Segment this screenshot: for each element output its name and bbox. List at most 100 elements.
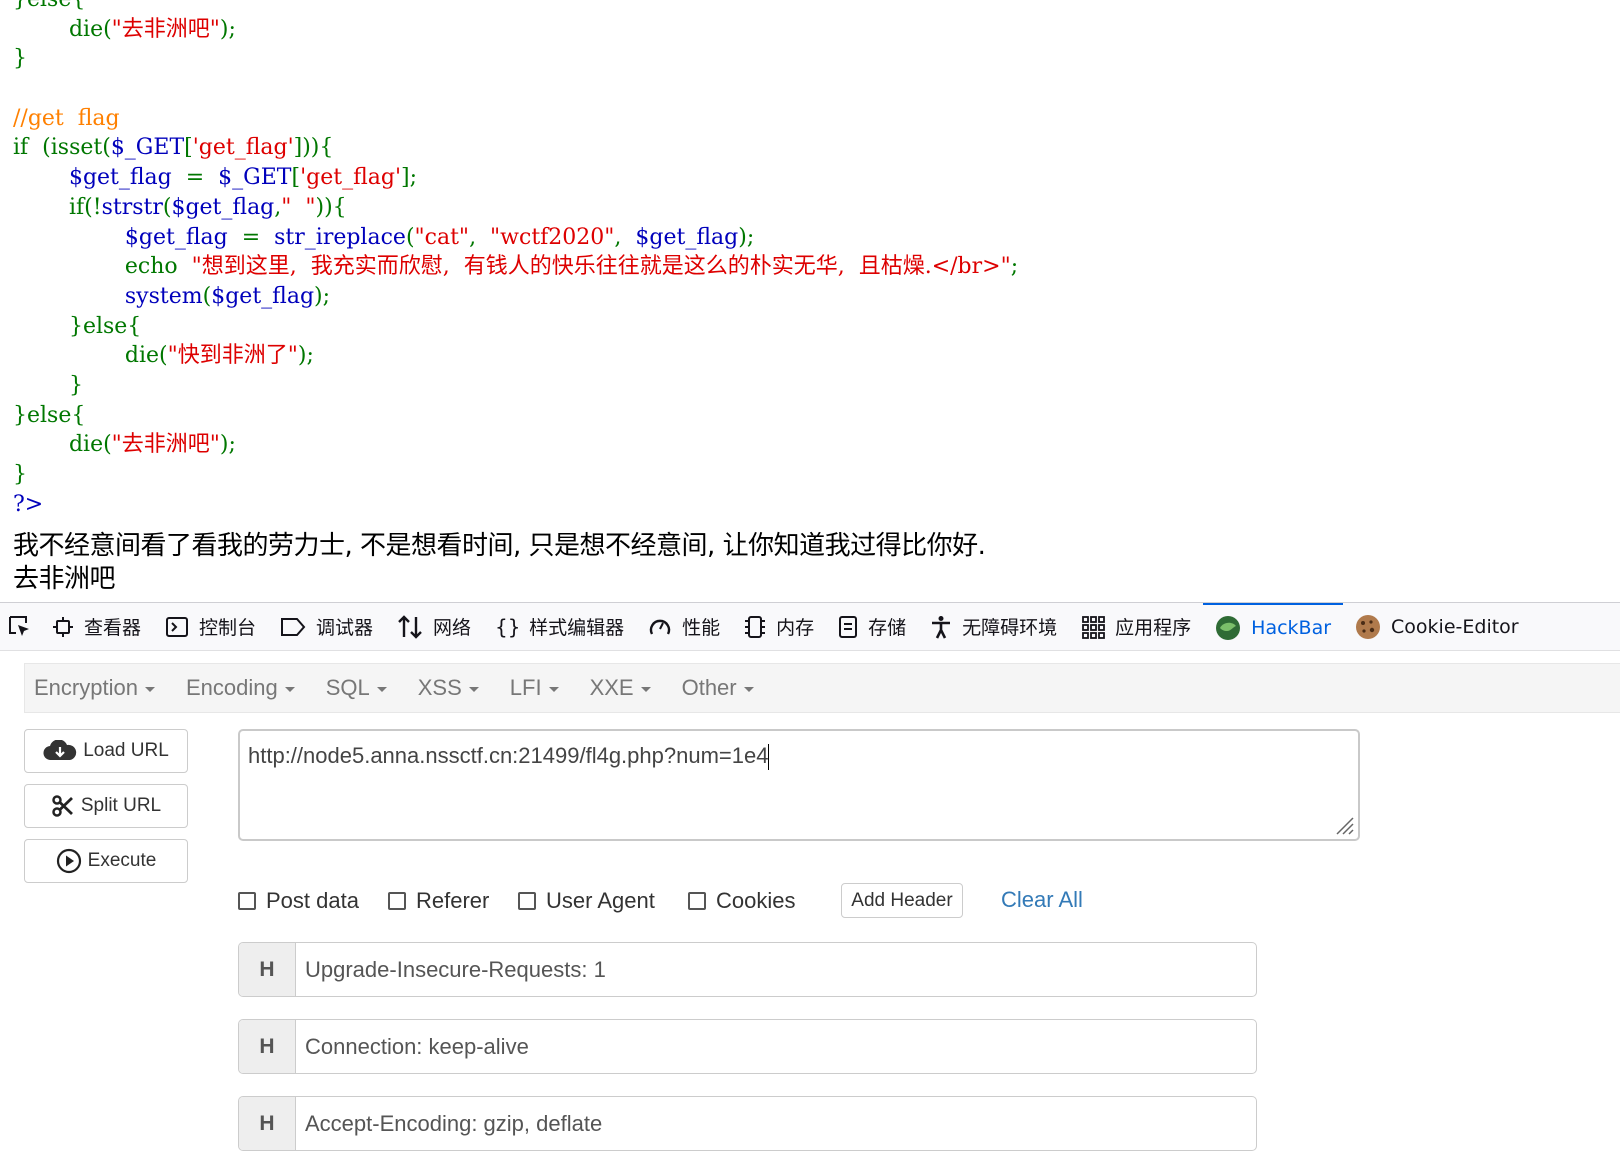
menu-xss[interactable]: XSS: [418, 675, 479, 701]
tab-label: 控制台: [199, 617, 257, 639]
code-token: "去非洲吧": [111, 432, 220, 458]
console-icon: [165, 616, 189, 638]
header-row: H Connection: keep-alive: [238, 1019, 1257, 1074]
code-token: $get_flag: [13, 224, 242, 250]
tab-label: 存储: [868, 617, 907, 639]
header-row: H Accept-Encoding: gzip, deflate: [238, 1096, 1257, 1151]
post-data-checkbox[interactable]: Post data: [238, 888, 359, 914]
header-tag[interactable]: H: [239, 1097, 296, 1150]
header-tag[interactable]: H: [239, 1020, 296, 1073]
checkbox-box[interactable]: [388, 892, 406, 910]
tab-network[interactable]: 网络: [385, 603, 483, 650]
caret-down-icon: [376, 686, 387, 692]
tab-cookie[interactable]: Cookie-Editor: [1343, 603, 1531, 650]
code-token: "快到非洲了": [167, 343, 298, 369]
url-textarea[interactable]: http://node5.anna.nssctf.cn:21499/fl4g.p…: [238, 729, 1360, 841]
caret-down-icon: [468, 686, 479, 692]
menu-other[interactable]: Other: [682, 675, 754, 701]
header-row: H Upgrade-Insecure-Requests: 1: [238, 942, 1257, 997]
tab-debugger[interactable]: 调试器: [268, 603, 385, 650]
caret-down-icon: [284, 686, 295, 692]
tab-style-editor[interactable]: {} 样式编辑器: [483, 603, 636, 650]
caret-down-icon: [743, 686, 754, 692]
code-token: }else{: [13, 313, 142, 339]
menu-lfi[interactable]: LFI: [510, 675, 559, 701]
menu-encryption[interactable]: Encryption: [34, 675, 155, 701]
tab-label: 性能: [682, 617, 721, 639]
code-token: ])){: [293, 135, 334, 161]
code-token: )){: [315, 194, 347, 220]
code-token: );: [314, 283, 331, 309]
menu-xxe[interactable]: XXE: [590, 675, 651, 701]
code-token: ];: [401, 165, 418, 191]
output-text-line-2: 去非洲吧: [13, 564, 116, 594]
code-token: "去非洲吧": [111, 16, 220, 42]
code-line: }: [13, 460, 1018, 490]
element-picker-icon[interactable]: [0, 603, 40, 650]
code-line: die("去非洲吧");: [13, 15, 1018, 45]
code-token: die(: [13, 16, 112, 42]
url-value: http://node5.anna.nssctf.cn:21499/fl4g.p…: [248, 743, 769, 768]
code-line: die("快到非洲了");: [13, 341, 1018, 371]
tab-inspector[interactable]: 查看器: [40, 603, 153, 650]
split-url-button[interactable]: Split URL: [24, 784, 188, 828]
tab-accessibility[interactable]: 无障碍环境: [918, 603, 1069, 650]
menu-sql[interactable]: SQL: [326, 675, 387, 701]
execute-button[interactable]: Execute: [24, 839, 188, 883]
tab-performance[interactable]: 性能: [636, 603, 732, 650]
code-token: }: [13, 462, 27, 487]
code-token: }else{: [13, 0, 85, 12]
header-value-input[interactable]: Upgrade-Insecure-Requests: 1: [296, 943, 606, 996]
menu-label: XSS: [417, 675, 462, 700]
storage-icon: [838, 615, 858, 639]
cookies-checkbox[interactable]: Cookies: [688, 888, 795, 914]
accessibility-icon: [930, 615, 952, 639]
referer-checkbox[interactable]: Referer: [388, 888, 489, 914]
checkbox-box[interactable]: [238, 892, 256, 910]
tab-label: 应用程序: [1115, 617, 1192, 639]
tab-application[interactable]: 应用程序: [1069, 603, 1203, 650]
tab-hackbar[interactable]: HackBar: [1203, 603, 1344, 650]
text-cursor: [768, 744, 770, 771]
load-url-button[interactable]: Load URL: [24, 729, 188, 773]
split-url-label: Split URL: [80, 795, 162, 816]
inspector-icon: [52, 616, 74, 638]
tab-storage[interactable]: 存储: [826, 603, 918, 650]
code-line: $get_flag = str_ireplace("cat", "wctf202…: [13, 223, 1018, 253]
code-line: system($get_flag);: [13, 282, 1018, 312]
add-header-button[interactable]: Add Header: [841, 883, 963, 918]
user-agent-label: User Agent: [546, 888, 655, 913]
checkbox-box[interactable]: [518, 892, 536, 910]
code-token: ,: [614, 224, 636, 250]
cookies-label: Cookies: [716, 888, 796, 913]
resize-grip-icon[interactable]: [1333, 814, 1355, 836]
tab-label: 查看器: [84, 617, 142, 639]
header-value-input[interactable]: Connection: keep-alive: [296, 1020, 529, 1073]
code-token: 'get_flag': [300, 165, 402, 191]
caret-down-icon: [144, 686, 155, 692]
code-token: if (isset(: [13, 135, 111, 161]
code-token: system: [13, 283, 203, 309]
header-tag[interactable]: H: [239, 943, 296, 996]
code-token: 'get_flag': [192, 135, 294, 161]
tab-console[interactable]: 控制台: [153, 603, 268, 650]
code-token: ?>: [13, 491, 44, 517]
code-token: die(: [13, 343, 168, 369]
code-token: );: [219, 16, 236, 42]
tab-label: HackBar: [1251, 616, 1332, 639]
clear-all-link[interactable]: Clear All: [1001, 887, 1083, 913]
tab-label: 样式编辑器: [529, 617, 625, 639]
caret-down-icon: [640, 686, 651, 692]
user-agent-checkbox[interactable]: User Agent: [518, 888, 655, 914]
referer-label: Referer: [416, 888, 490, 913]
code-line: //get flag: [13, 104, 1018, 134]
menu-label: Other: [681, 675, 737, 700]
post-data-label: Post data: [266, 888, 359, 913]
checkbox-box[interactable]: [688, 892, 706, 910]
tab-memory[interactable]: 内存: [732, 603, 826, 650]
code-line: }: [13, 44, 1018, 74]
header-value-input[interactable]: Accept-Encoding: gzip, deflate: [296, 1097, 602, 1150]
code-token: );: [297, 343, 314, 369]
menu-encoding[interactable]: Encoding: [186, 675, 295, 701]
